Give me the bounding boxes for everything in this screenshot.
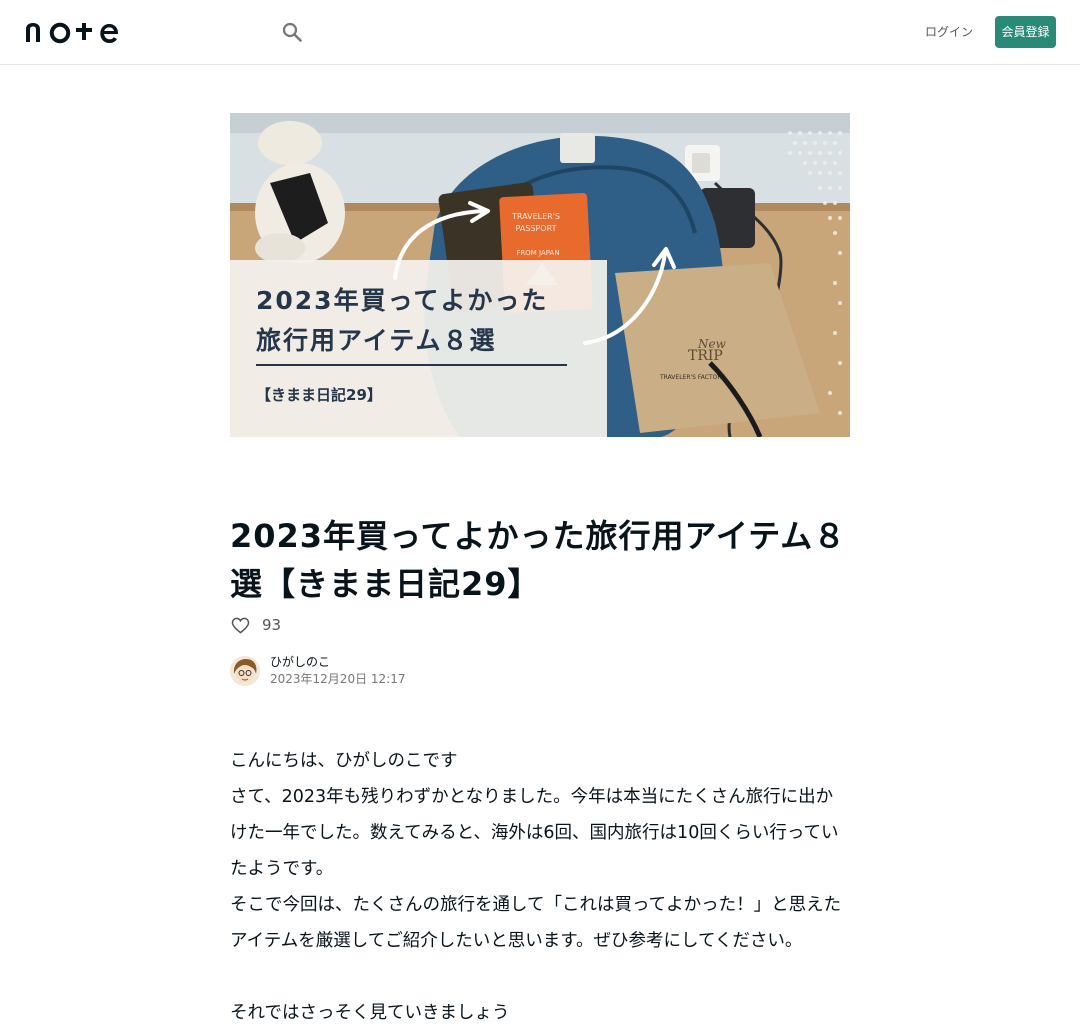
- login-link[interactable]: ログイン: [920, 20, 978, 44]
- like-section: 93: [230, 614, 281, 636]
- hero-headline-line1: 2023年買ってよかった: [256, 286, 548, 315]
- article-body: こんにちは、ひがしのこです さて、2023年も残りわずかとなりました。今年は本当…: [230, 743, 850, 1031]
- site-header: ログイン 会員登録: [0, 0, 1080, 65]
- hero-headline-line2: 旅行用アイテム８選: [256, 326, 497, 355]
- author-avatar[interactable]: [230, 656, 260, 686]
- article-eyecatch-image: TRAVELER'S PASSPORT FROM JAPAN New TRIP …: [230, 113, 850, 437]
- passport-text-2: PASSPORT: [516, 224, 557, 233]
- body-paragraph: さて、2023年も残りわずかとなりました。今年は本当にたくさん旅行に出かけた一年…: [230, 787, 839, 879]
- body-paragraph: そこで今回は、たくさんの旅行を通して「これは買ってよかった！」と思えたアイテムを…: [230, 895, 842, 951]
- hero-subtitle: 【きまま日記29】: [256, 386, 382, 404]
- passport-text-1: TRAVELER'S: [511, 212, 560, 221]
- search-icon: [282, 22, 302, 42]
- body-blank-line: [230, 959, 850, 995]
- like-count: 93: [262, 616, 282, 634]
- heart-icon: [231, 617, 249, 634]
- article-title: 2023年買ってよかった旅行用アイテム８選【きまま日記29】: [230, 517, 847, 603]
- bag-text-2: TRIP: [688, 348, 723, 364]
- like-button[interactable]: [230, 615, 250, 635]
- passport-text-3: FROM JAPAN: [516, 249, 559, 257]
- body-paragraph: こんにちは、ひがしのこです: [230, 751, 458, 771]
- bag-text-3: TRAVELER'S FACTORY: [659, 374, 725, 381]
- signup-button[interactable]: 会員登録: [995, 16, 1056, 48]
- author-info: ひがしのこ 2023年12月20日 12:17: [230, 655, 405, 687]
- post-date: 2023年12月20日 12:17: [270, 672, 406, 686]
- author-name[interactable]: ひがしのこ: [270, 654, 405, 670]
- avatar-illustration: [230, 656, 260, 686]
- note-logo[interactable]: [24, 20, 124, 44]
- search-button[interactable]: [278, 18, 306, 46]
- body-paragraph: それではさっそく見ていきましょう: [230, 1003, 510, 1023]
